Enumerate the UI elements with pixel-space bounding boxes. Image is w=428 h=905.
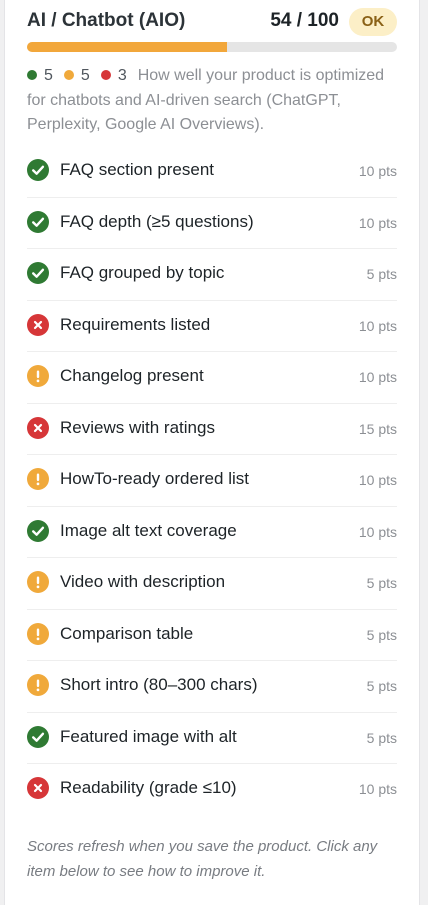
score-progress-fill bbox=[27, 42, 227, 52]
check-label: FAQ section present bbox=[60, 160, 215, 179]
check-points: 5 pts bbox=[366, 729, 397, 746]
check-item[interactable]: Changelog present 10 pts bbox=[27, 352, 397, 404]
section-title: AI / Chatbot (AIO) bbox=[27, 10, 186, 31]
check-label: FAQ depth (≥5 questions) bbox=[60, 211, 254, 231]
check-points: 15 pts bbox=[358, 420, 397, 437]
check-item[interactable]: Image alt text coverage 10 pts bbox=[27, 507, 397, 558]
check-item[interactable]: Readability (grade ≤10) 10 pts bbox=[27, 764, 397, 816]
check-item[interactable]: Comparison table 5 pts bbox=[27, 610, 397, 661]
check-label: Readability (grade ≤10) bbox=[60, 778, 237, 797]
warning-circle-icon bbox=[27, 468, 49, 490]
pass-dot-icon bbox=[27, 70, 37, 80]
footer-note: Scores refresh when you save the product… bbox=[27, 838, 378, 880]
check-label: Requirements listed bbox=[60, 314, 211, 334]
warning-circle-icon bbox=[27, 571, 49, 593]
warning-circle-icon bbox=[27, 365, 49, 387]
check-points: 5 pts bbox=[366, 626, 397, 643]
check-circle-icon bbox=[27, 519, 49, 542]
score-header: AI / Chatbot (AIO) 54 / 100 OK bbox=[27, 8, 397, 36]
check-item[interactable]: Video with description 5 pts bbox=[27, 558, 397, 610]
warn-count: 5 bbox=[80, 67, 90, 84]
check-label: FAQ grouped by topic bbox=[60, 263, 225, 282]
check-label: Reviews with ratings bbox=[60, 417, 215, 437]
check-item[interactable]: FAQ section present 10 pts bbox=[27, 146, 397, 198]
warning-circle-icon bbox=[27, 622, 49, 645]
check-points: 10 pts bbox=[358, 214, 397, 231]
check-circle-icon bbox=[27, 210, 49, 233]
check-points: 10 pts bbox=[358, 369, 397, 385]
x-circle-icon bbox=[27, 416, 49, 439]
fail-dot-icon bbox=[100, 70, 111, 80]
check-points: 10 pts bbox=[358, 163, 397, 179]
check-circle-icon bbox=[27, 725, 49, 748]
check-label: Video with description bbox=[60, 572, 226, 591]
check-item[interactable]: FAQ depth (≥5 questions) 10 pts bbox=[27, 198, 397, 249]
x-circle-icon bbox=[27, 777, 49, 799]
check-item[interactable]: FAQ grouped by topic 5 pts bbox=[27, 249, 397, 301]
check-points: 5 pts bbox=[366, 266, 397, 282]
check-item[interactable]: Reviews with ratings 15 pts bbox=[27, 404, 397, 455]
status-badge: OK bbox=[349, 8, 397, 36]
check-points: 10 pts bbox=[358, 472, 397, 488]
check-points: 5 pts bbox=[366, 575, 397, 591]
check-label: HowTo-ready ordered list bbox=[60, 469, 249, 488]
check-item[interactable]: Short intro (80–300 chars) 5 pts bbox=[27, 661, 397, 713]
check-label: Featured image with alt bbox=[60, 726, 237, 746]
check-item[interactable]: Featured image with alt 5 pts bbox=[27, 713, 397, 764]
fail-count: 3 bbox=[117, 67, 127, 84]
check-label: Image alt text coverage bbox=[60, 520, 237, 540]
check-points: 10 pts bbox=[358, 317, 397, 334]
check-item[interactable]: Requirements listed 10 pts bbox=[27, 301, 397, 352]
check-points: 10 pts bbox=[358, 523, 397, 540]
check-points: 5 pts bbox=[366, 678, 397, 694]
check-circle-icon bbox=[27, 262, 49, 284]
check-item[interactable]: HowTo-ready ordered list 10 pts bbox=[27, 455, 397, 507]
check-circle-icon bbox=[27, 159, 49, 181]
check-label: Changelog present bbox=[60, 366, 204, 385]
check-label: Short intro (80–300 chars) bbox=[60, 675, 258, 694]
check-points: 10 pts bbox=[358, 781, 397, 797]
check-label: Comparison table bbox=[60, 623, 194, 643]
pass-count: 5 bbox=[44, 67, 53, 84]
score-value: 54 / 100 bbox=[270, 10, 339, 31]
score-progress-bar bbox=[27, 42, 397, 52]
aio-score-panel: AI / Chatbot (AIO) 54 / 100 OK 5 5 3 How we… bbox=[4, 0, 420, 905]
check-list: FAQ section present 10 pts FAQ depth (≥5 q… bbox=[27, 146, 397, 816]
score-summary: 5 5 3 How well your product is optimized fo… bbox=[27, 64, 397, 138]
x-circle-icon bbox=[27, 313, 49, 336]
warning-circle-icon bbox=[27, 674, 49, 696]
warn-dot-icon bbox=[63, 70, 74, 80]
